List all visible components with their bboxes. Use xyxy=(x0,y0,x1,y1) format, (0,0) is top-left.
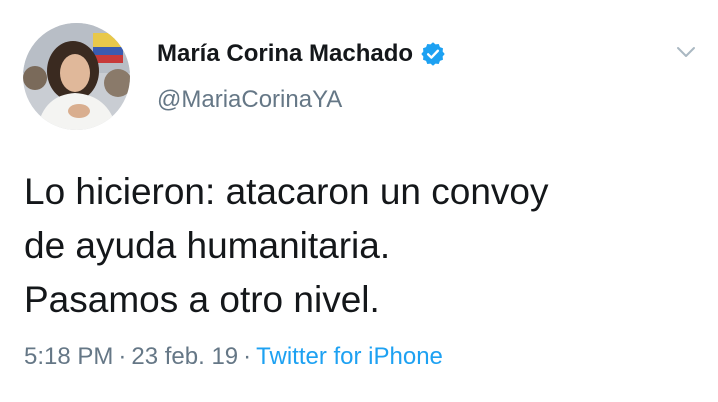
author-name-row: María Corina Machado xyxy=(157,38,446,70)
tweet-text-line: de ayuda humanitaria. xyxy=(24,225,391,266)
tweet-meta: 5:18 PM · 23 feb. 19 · Twitter for iPhone xyxy=(24,343,443,371)
tweet-date[interactable]: 23 feb. 19 xyxy=(131,343,238,370)
tweet-text: Lo hicieron: atacaron un convoy de ayuda… xyxy=(24,165,704,327)
meta-separator: · xyxy=(243,343,252,370)
tweet-card: María Corina Machado @MariaCorinaYA Lo h… xyxy=(0,0,718,402)
tweet-text-line: Pasamos a otro nivel. xyxy=(24,279,380,320)
author-handle[interactable]: @MariaCorinaYA xyxy=(157,86,342,114)
avatar[interactable] xyxy=(23,23,130,130)
display-name[interactable]: María Corina Machado xyxy=(157,40,413,68)
chevron-down-icon[interactable] xyxy=(674,40,698,64)
verified-badge-icon xyxy=(421,42,445,66)
tweet-text-line: Lo hicieron: atacaron un convoy xyxy=(24,171,549,212)
tweet-time[interactable]: 5:18 PM xyxy=(24,343,113,370)
meta-separator: · xyxy=(118,343,127,370)
tweet-source-link[interactable]: Twitter for iPhone xyxy=(256,343,443,370)
